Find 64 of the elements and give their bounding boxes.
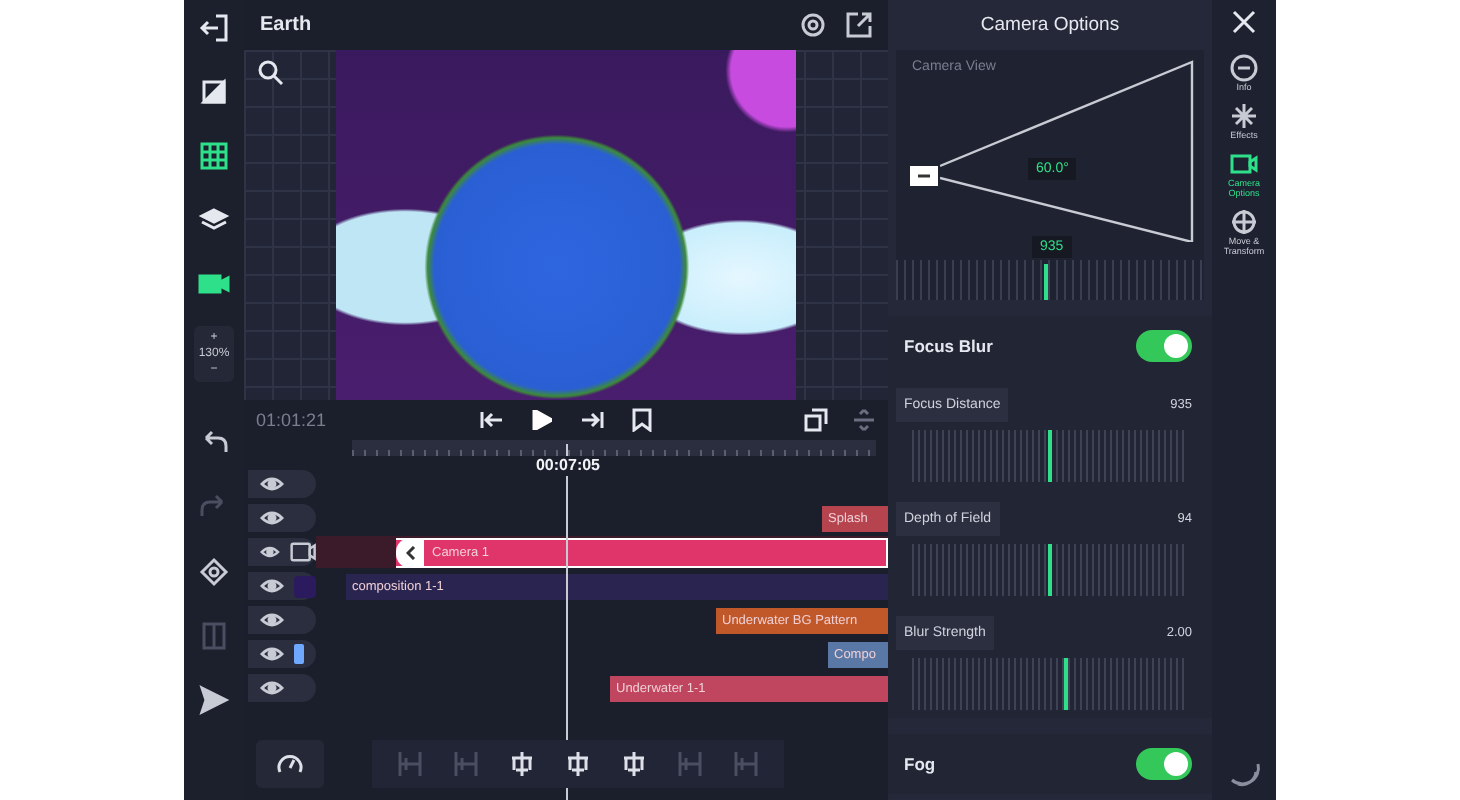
keyframe-icon bbox=[198, 556, 230, 588]
eye-icon bbox=[260, 510, 284, 526]
magnifier-icon bbox=[256, 58, 284, 86]
slider-marker[interactable] bbox=[1048, 544, 1052, 596]
bookmark-button[interactable] bbox=[632, 408, 652, 432]
align-edge-icon bbox=[452, 750, 480, 778]
split-icon bbox=[198, 620, 230, 652]
thumbnail bbox=[294, 644, 304, 664]
zoom-button[interactable] bbox=[256, 58, 284, 86]
playhead-time: 00:07:05 bbox=[533, 456, 603, 476]
eye-icon bbox=[260, 578, 284, 594]
align-edge-icon bbox=[676, 750, 704, 778]
section-title: Fog bbox=[904, 754, 936, 774]
track-control[interactable] bbox=[248, 572, 316, 600]
expand-icon bbox=[852, 408, 876, 432]
eye-icon bbox=[260, 476, 284, 492]
timecode: 01:01:21 bbox=[256, 410, 329, 430]
track-control[interactable] bbox=[248, 640, 316, 668]
export-icon bbox=[846, 12, 872, 38]
eye-icon bbox=[260, 544, 280, 560]
project-title: Earth bbox=[260, 14, 314, 36]
send-icon bbox=[198, 684, 230, 716]
speed-button[interactable] bbox=[256, 740, 324, 788]
eye-icon bbox=[260, 680, 284, 696]
eye-icon bbox=[260, 646, 284, 662]
track-control[interactable] bbox=[248, 606, 316, 634]
slider-marker[interactable] bbox=[1048, 430, 1052, 482]
eye-icon bbox=[260, 612, 284, 628]
collapse-handle[interactable] bbox=[396, 537, 424, 567]
align-edge-icon bbox=[396, 750, 424, 778]
expand-button[interactable] bbox=[852, 408, 876, 432]
settings-icon bbox=[800, 12, 826, 38]
toggle-switch[interactable] bbox=[1136, 330, 1192, 362]
skip-end-icon bbox=[580, 410, 604, 430]
align-edge-icon bbox=[732, 750, 760, 778]
crop-icon bbox=[198, 76, 230, 108]
move-icon bbox=[1230, 208, 1258, 236]
bookmark-icon bbox=[632, 408, 652, 432]
exit-icon bbox=[198, 12, 230, 44]
info-icon bbox=[1230, 54, 1258, 82]
align-center-icon bbox=[564, 750, 592, 778]
settings-button[interactable] bbox=[800, 12, 826, 38]
close-icon bbox=[1232, 10, 1256, 34]
grid-icon bbox=[198, 140, 230, 172]
play-icon bbox=[532, 410, 552, 430]
align-center-icon bbox=[620, 750, 648, 778]
play-button[interactable] bbox=[532, 410, 552, 430]
sparkle-icon bbox=[1230, 102, 1258, 130]
thumbnail bbox=[294, 575, 316, 597]
skip-end-button[interactable] bbox=[580, 410, 604, 430]
track-control[interactable] bbox=[248, 674, 316, 702]
align-center-icon bbox=[508, 750, 536, 778]
track-control[interactable] bbox=[248, 504, 316, 532]
skip-start-button[interactable] bbox=[480, 410, 504, 430]
toggle-switch[interactable] bbox=[1136, 748, 1192, 780]
slider-marker[interactable] bbox=[1064, 658, 1069, 710]
panel-title: Camera Options bbox=[980, 14, 1120, 36]
loop-icon bbox=[804, 408, 828, 432]
loop-button[interactable] bbox=[804, 408, 828, 432]
skip-start-icon bbox=[480, 410, 504, 430]
track-control[interactable] bbox=[248, 470, 316, 498]
export-button[interactable] bbox=[846, 12, 872, 38]
gauge-icon bbox=[276, 752, 304, 776]
section-title: Focus Blur bbox=[904, 336, 993, 356]
